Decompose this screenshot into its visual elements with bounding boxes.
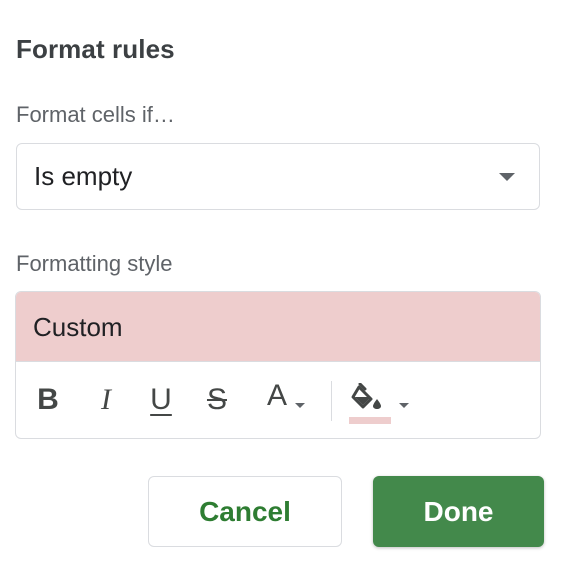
panel-title: Format rules (16, 34, 175, 64)
formatting-style-box: Custom B I U S A (15, 291, 541, 439)
underline-icon: U (150, 383, 172, 416)
paint-bucket-icon (349, 375, 391, 425)
chevron-down-icon (499, 173, 515, 181)
fill-color-swatch (349, 417, 391, 424)
chevron-down-icon (295, 402, 305, 408)
bold-icon: B (37, 383, 59, 416)
cancel-button[interactable]: Cancel (148, 476, 342, 547)
condition-label: Format cells if… (16, 102, 175, 127)
condition-dropdown[interactable]: Is empty (16, 143, 540, 210)
underline-button[interactable]: U (143, 362, 179, 438)
chevron-down-icon (399, 402, 409, 408)
strikethrough-icon: S (206, 383, 227, 416)
toolbar-divider (331, 381, 332, 421)
format-rules-panel: Format rules Format cells if… Is empty F… (0, 0, 572, 580)
text-color-icon: A (266, 379, 287, 412)
strikethrough-button[interactable]: S (199, 362, 235, 438)
italic-icon: I (101, 383, 111, 416)
condition-value: Is empty (34, 161, 133, 191)
done-button[interactable]: Done (373, 476, 544, 547)
style-preview[interactable]: Custom (16, 292, 540, 362)
formatting-style-label: Formatting style (16, 251, 173, 276)
fill-color-button[interactable] (344, 362, 414, 438)
text-color-button[interactable]: A (256, 362, 316, 438)
style-preview-text: Custom (33, 312, 123, 342)
format-toolbar: B I U S A (16, 362, 540, 438)
bold-button[interactable]: B (30, 362, 66, 438)
italic-button[interactable]: I (88, 362, 124, 438)
